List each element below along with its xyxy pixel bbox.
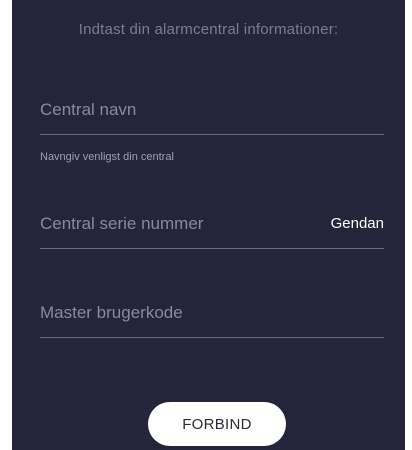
central-name-field xyxy=(40,100,384,135)
central-name-input[interactable] xyxy=(40,100,384,135)
serial-number-field: Gendan xyxy=(40,214,384,249)
master-code-field xyxy=(40,303,384,338)
restore-button[interactable]: Gendan xyxy=(331,215,384,232)
page-title: Indtast din alarmcentral informationer: xyxy=(78,21,339,38)
central-name-hint: Navngiv venligst din central xyxy=(40,151,174,163)
alarm-setup-screen: Indtast din alarmcentral informationer: … xyxy=(12,0,405,450)
connect-button[interactable]: FORBIND xyxy=(148,402,286,446)
master-code-input[interactable] xyxy=(40,303,384,338)
